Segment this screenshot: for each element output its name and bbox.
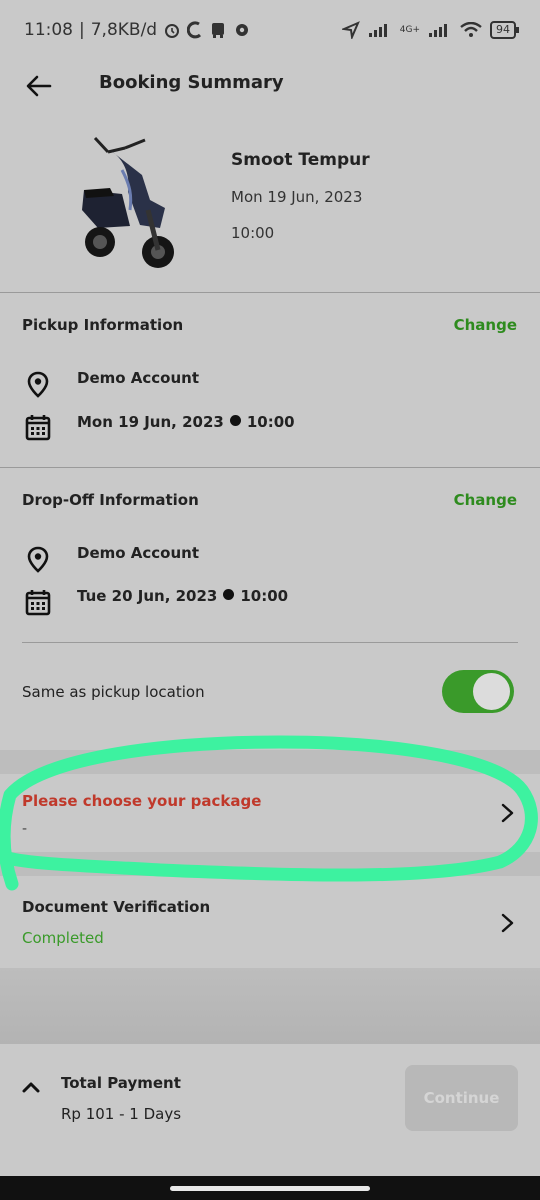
pickup-title: Pickup Information <box>22 316 184 334</box>
divider <box>0 292 540 293</box>
status-time: 11:08 <box>24 20 73 40</box>
bus-icon <box>212 23 225 38</box>
status-bar: 11:08 | 7,8KB/d 4G+ 94 <box>0 0 540 60</box>
calendar-icon <box>25 590 51 616</box>
vehicle-date: Mon 19 Jun, 2023 <box>231 188 363 206</box>
chevron-right-icon <box>501 803 514 823</box>
status-speed: 7,8KB/d <box>90 20 158 40</box>
continue-button[interactable]: Continue <box>405 1065 518 1131</box>
section-spacer <box>0 750 540 774</box>
signal-icon <box>368 24 387 37</box>
pickup-location: Demo Account <box>77 369 200 387</box>
location-pin-icon <box>27 371 49 398</box>
dropoff-title: Drop-Off Information <box>22 491 199 509</box>
document-status: Completed <box>22 929 104 947</box>
pickup-datetime: Mon 19 Jun, 2023 10:00 <box>77 413 295 431</box>
toggle-knob <box>473 673 510 710</box>
network-type: 4G+ <box>399 25 420 35</box>
wifi-icon <box>460 22 482 37</box>
package-value: - <box>22 821 28 837</box>
document-title: Document Verification <box>22 898 211 916</box>
scooter-image <box>82 136 174 268</box>
arrow-left-icon <box>26 75 52 97</box>
location-pin-icon <box>27 546 49 573</box>
dropoff-date: Tue 20 Jun, 2023 <box>77 587 218 605</box>
alarm-icon <box>165 24 180 38</box>
separator-dot <box>223 589 235 600</box>
status-right: 4G+ 94 <box>341 21 519 39</box>
total-payment-value: Rp 101 - 1 Days <box>61 1105 182 1123</box>
page-title: Booking Summary <box>99 72 284 93</box>
back-button[interactable] <box>20 68 58 104</box>
status-separator: | <box>79 20 85 40</box>
pickup-time: 10:00 <box>246 413 295 431</box>
battery-indicator: 94 <box>490 21 519 39</box>
status-left: 11:08 | 7,8KB/d <box>24 20 251 40</box>
payment-footer: Total Payment Rp 101 - 1 Days Continue <box>0 1044 540 1176</box>
same-as-pickup-toggle[interactable] <box>442 670 514 713</box>
calendar-icon <box>25 415 51 441</box>
vehicle-name: Smoot Tempur <box>231 150 370 170</box>
section-spacer <box>0 852 540 876</box>
chevron-up-icon[interactable] <box>20 1076 42 1098</box>
separator-dot <box>229 415 241 426</box>
dropoff-change-link[interactable]: Change <box>454 491 517 509</box>
document-verification[interactable]: Document Verification Completed <box>0 876 540 968</box>
package-selector[interactable]: Please choose your package - <box>0 774 540 852</box>
divider <box>22 642 518 643</box>
vehicle-time: 10:00 <box>231 224 275 242</box>
dropoff-time: 10:00 <box>240 587 289 605</box>
signal-icon-2 <box>429 24 447 37</box>
home-gesture-handle[interactable] <box>170 1186 370 1191</box>
total-payment-label: Total Payment <box>61 1074 181 1092</box>
app-header: Booking Summary <box>0 60 540 110</box>
divider <box>0 467 540 468</box>
dropoff-datetime: Tue 20 Jun, 2023 10:00 <box>77 587 288 605</box>
pickup-change-link[interactable]: Change <box>454 316 517 334</box>
vehicle-summary: Smoot Tempur Mon 19 Jun, 2023 10:00 <box>0 120 540 292</box>
settings-icon <box>236 24 249 36</box>
content-background <box>0 968 540 1044</box>
same-as-pickup-label: Same as pickup location <box>22 683 205 701</box>
system-nav-bar <box>0 1176 540 1200</box>
pickup-date: Mon 19 Jun, 2023 <box>77 413 224 431</box>
dropoff-location: Demo Account <box>77 544 200 562</box>
package-title: Please choose your package <box>22 792 262 810</box>
chevron-right-icon <box>501 913 514 933</box>
location-arrow-icon <box>341 21 360 39</box>
app-notification-icon <box>187 21 202 39</box>
